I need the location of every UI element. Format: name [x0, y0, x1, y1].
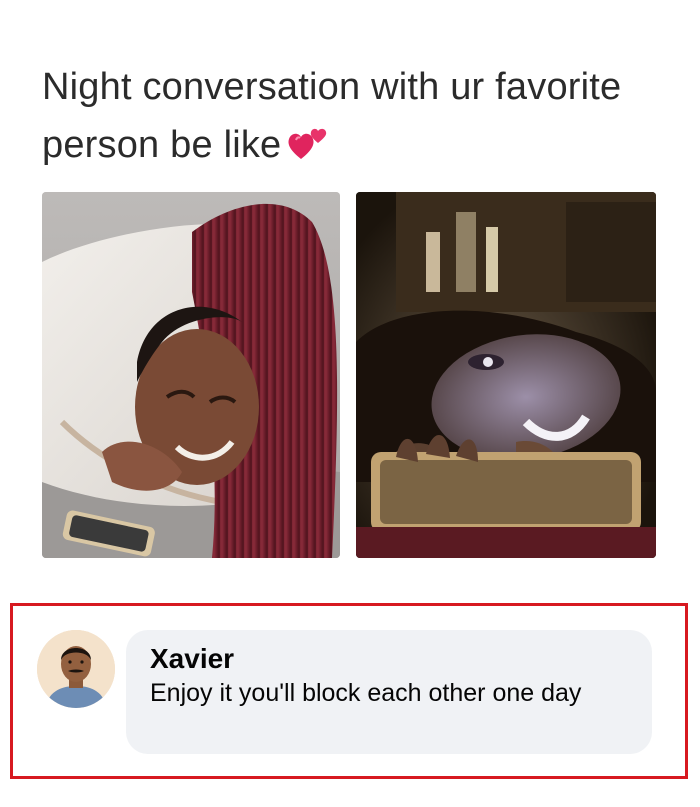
- two-hearts-emoji-icon: [288, 128, 327, 159]
- man-in-bed-smiling-at-phone-photo: [42, 192, 340, 558]
- caption-line-2-wrapper: person be like: [42, 116, 672, 174]
- caption-line-2: person be like: [42, 124, 282, 166]
- woman-lit-by-phone-screen-photo: [356, 192, 656, 558]
- comment-bubble: Xavier Enjoy it you'll block each other …: [126, 630, 652, 754]
- avatar-portrait-icon: [37, 630, 115, 708]
- user-avatar-photo[interactable]: [37, 630, 115, 708]
- comment-text: Enjoy it you'll block each other one day: [150, 679, 582, 707]
- caption-line-1: Night conversation with ur favorite: [42, 66, 622, 108]
- meme-caption: Night conversation with ur favorite pers…: [42, 58, 672, 174]
- comment-author-name[interactable]: Xavier: [150, 642, 628, 676]
